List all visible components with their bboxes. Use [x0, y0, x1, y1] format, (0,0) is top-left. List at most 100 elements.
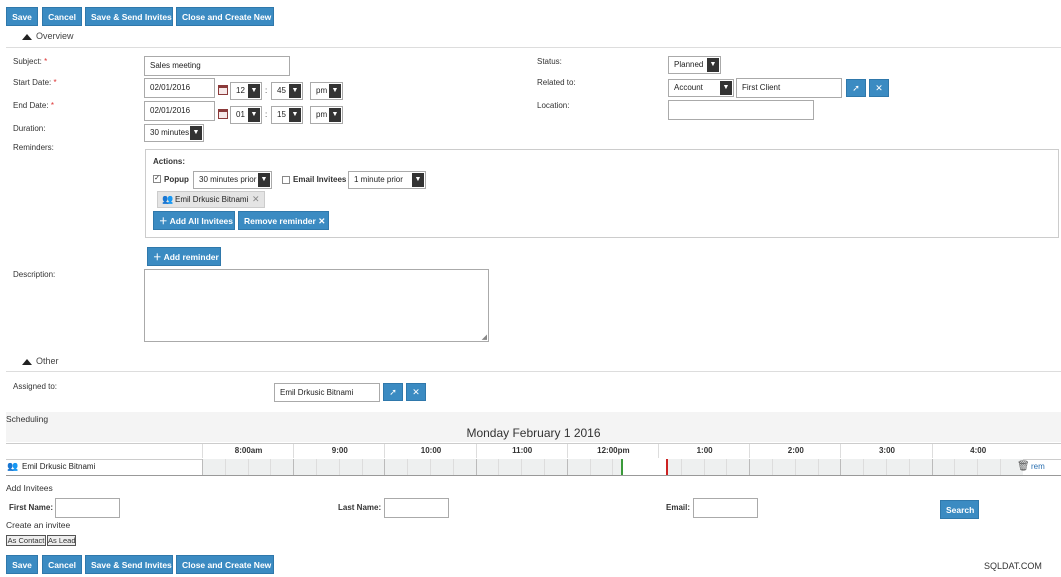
last-name-input[interactable]: [384, 498, 449, 518]
schedule-slot: [407, 459, 431, 475]
location-input[interactable]: [668, 100, 814, 120]
first-name-input[interactable]: [55, 498, 120, 518]
schedule-slot: [224, 459, 249, 475]
chevron-down-icon: ▼: [289, 108, 301, 122]
start-ampm-select[interactable]: pm ▼: [310, 82, 343, 100]
schedule-slot: [886, 459, 910, 475]
hour-label: 1:00: [696, 446, 713, 455]
select-arrow-icon[interactable]: ➚: [383, 383, 403, 401]
related-to-label: Related to:: [537, 78, 576, 87]
invitee-schedule-row: 👥 Emil Drkusic Bitnami 🗑 rem: [6, 459, 1061, 476]
schedule-slot: [703, 459, 728, 475]
save-button[interactable]: Save: [6, 555, 38, 574]
schedule-slot: [202, 459, 226, 475]
watermark: SQLDAT.COM: [984, 561, 1042, 571]
status-label: Status:: [537, 57, 562, 66]
as-lead-button[interactable]: As Lead: [47, 535, 76, 546]
calendar-icon[interactable]: [218, 85, 228, 95]
schedule-slot: [247, 459, 272, 475]
first-name-label: First Name:: [9, 503, 54, 512]
close-create-new-button[interactable]: Close and Create New: [176, 7, 274, 26]
subject-input[interactable]: Sales meeting: [144, 56, 290, 76]
cancel-button[interactable]: Cancel: [42, 7, 82, 26]
schedule-slot: [863, 459, 887, 475]
remove-reminder-button[interactable]: Remove reminder ✕: [238, 211, 329, 230]
duration-label: Duration:: [13, 124, 46, 133]
subject-label: Subject: *: [13, 57, 48, 66]
related-type-select[interactable]: Account ▼: [668, 79, 734, 97]
schedule-slot: [794, 459, 819, 475]
trash-icon[interactable]: 🗑: [1017, 461, 1030, 472]
status-select[interactable]: Planned ▼: [668, 56, 721, 74]
popup-time-select[interactable]: 30 minutes prior ▼: [193, 171, 272, 189]
email-invitees-label: Email Invitees: [293, 175, 347, 184]
email-label: Email:: [666, 503, 691, 512]
add-all-invitees-button[interactable]: ＋ Add All Invitees: [153, 211, 235, 230]
email-time-select[interactable]: 1 minute prior ▼: [348, 171, 426, 189]
end-ampm-select[interactable]: pm ▼: [310, 106, 343, 124]
save-send-invites-button[interactable]: Save & Send Invites: [85, 555, 173, 574]
location-label: Location:: [537, 101, 570, 110]
calendar-icon[interactable]: [218, 109, 228, 119]
hour-label: 10:00: [420, 446, 442, 455]
time-separator: :: [265, 110, 268, 119]
chevron-down-icon: ▼: [329, 108, 341, 122]
hour-label: 8:00am: [234, 446, 263, 455]
add-invitees-heading: Add Invitees: [6, 483, 53, 493]
hour-header-cell: 2:00: [749, 444, 841, 458]
assigned-to-input[interactable]: Emil Drkusic Bitnami: [274, 383, 380, 402]
schedule-slot: [680, 459, 705, 475]
chevron-down-icon: ▼: [190, 126, 202, 140]
email-input[interactable]: [693, 498, 758, 518]
remove-invitee-link[interactable]: rem: [1031, 462, 1045, 471]
duration-select[interactable]: 30 minutes ▼: [144, 124, 204, 142]
schedule-slot: [954, 459, 978, 475]
end-hour-select[interactable]: 01 ▼: [230, 106, 262, 124]
hour-label: 11:00: [512, 446, 533, 455]
invitee-chip-label: Emil Drkusic Bitnami: [175, 195, 249, 204]
chevron-down-icon: ▼: [258, 173, 270, 187]
schedule-slot: [977, 459, 1001, 475]
start-date-input[interactable]: 02/01/2016: [144, 78, 215, 98]
related-to-input[interactable]: First Client: [736, 78, 842, 98]
overview-toggle[interactable]: Overview: [22, 31, 74, 41]
overview-heading: Overview: [36, 31, 74, 41]
popup-label: Popup: [164, 175, 189, 184]
hour-header-cell: 3:00: [840, 444, 932, 458]
end-date-input[interactable]: 02/01/2016: [144, 101, 215, 121]
cancel-button[interactable]: Cancel: [42, 555, 82, 574]
select-arrow-icon[interactable]: ➚: [846, 79, 866, 97]
save-button[interactable]: Save: [6, 7, 38, 26]
clear-icon[interactable]: ✕: [869, 79, 889, 97]
email-invitees-checkbox[interactable]: [282, 176, 290, 184]
scheduling-heading: Scheduling: [6, 414, 49, 424]
as-contact-button[interactable]: As Contact: [6, 535, 46, 546]
start-minute-select[interactable]: 45 ▼: [271, 82, 303, 100]
hour-labels: 8:00am 9:00 10:00 11:00 12:00pm 1:00 2:00 3:00 4…: [202, 444, 1023, 458]
hour-header-cell: 8:00am: [202, 444, 294, 458]
save-send-invites-button[interactable]: Save & Send Invites: [85, 7, 173, 26]
schedule-slot: [544, 459, 568, 475]
chevron-down-icon: ▼: [720, 81, 732, 95]
schedule-slot: [293, 459, 317, 475]
users-icon: 👥: [162, 194, 174, 204]
popup-checkbox[interactable]: ✓: [153, 175, 161, 183]
clear-icon[interactable]: ✕: [406, 383, 426, 401]
remove-chip-icon[interactable]: ✕: [252, 194, 260, 205]
resize-handle-icon[interactable]: ◢: [482, 333, 487, 341]
end-minute-select[interactable]: 15 ▼: [271, 106, 303, 124]
last-name-label: Last Name:: [338, 503, 382, 512]
plus-icon: ＋: [159, 216, 168, 226]
plus-icon: ＋: [153, 252, 162, 262]
start-hour-select[interactable]: 12 ▼: [230, 82, 262, 100]
search-button[interactable]: Search: [940, 500, 979, 519]
collapse-caret-icon: [22, 358, 32, 365]
other-toggle[interactable]: Other: [22, 356, 59, 366]
hour-header-cell: 11:00: [475, 444, 568, 458]
hour-label: 12:00pm: [597, 446, 630, 455]
description-textarea[interactable]: ◢: [144, 269, 489, 342]
actions-label: Actions:: [153, 157, 185, 166]
assigned-to-label: Assigned to:: [13, 382, 58, 391]
close-create-new-button[interactable]: Close and Create New: [176, 555, 274, 574]
add-reminder-button[interactable]: ＋ Add reminder: [147, 247, 221, 266]
